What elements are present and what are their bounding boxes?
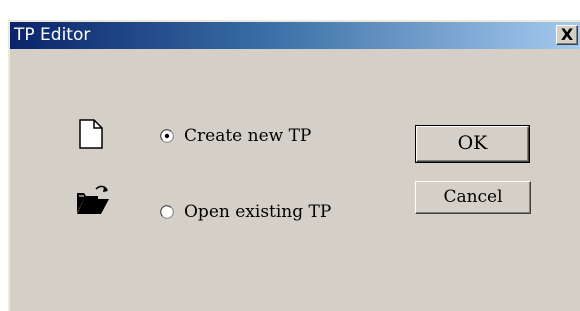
close-button[interactable]: X — [556, 25, 578, 45]
new-document-icon — [79, 119, 103, 149]
ok-button[interactable]: OK — [415, 125, 530, 163]
create-new-label: Create new TP — [184, 126, 312, 146]
create-new-radio[interactable] — [160, 129, 174, 143]
cancel-button[interactable]: Cancel — [415, 181, 531, 214]
open-existing-option[interactable]: Open existing TP — [160, 202, 331, 222]
tp-editor-dialog: TP Editor X Create new TP Open existing … — [8, 20, 580, 311]
open-folder-icon — [76, 185, 110, 215]
window-title: TP Editor — [14, 25, 91, 45]
create-new-option[interactable]: Create new TP — [160, 126, 311, 146]
open-existing-radio[interactable] — [160, 205, 174, 219]
close-icon: X — [560, 25, 574, 44]
open-existing-label: Open existing TP — [184, 202, 332, 222]
title-bar[interactable]: TP Editor X — [10, 22, 580, 49]
